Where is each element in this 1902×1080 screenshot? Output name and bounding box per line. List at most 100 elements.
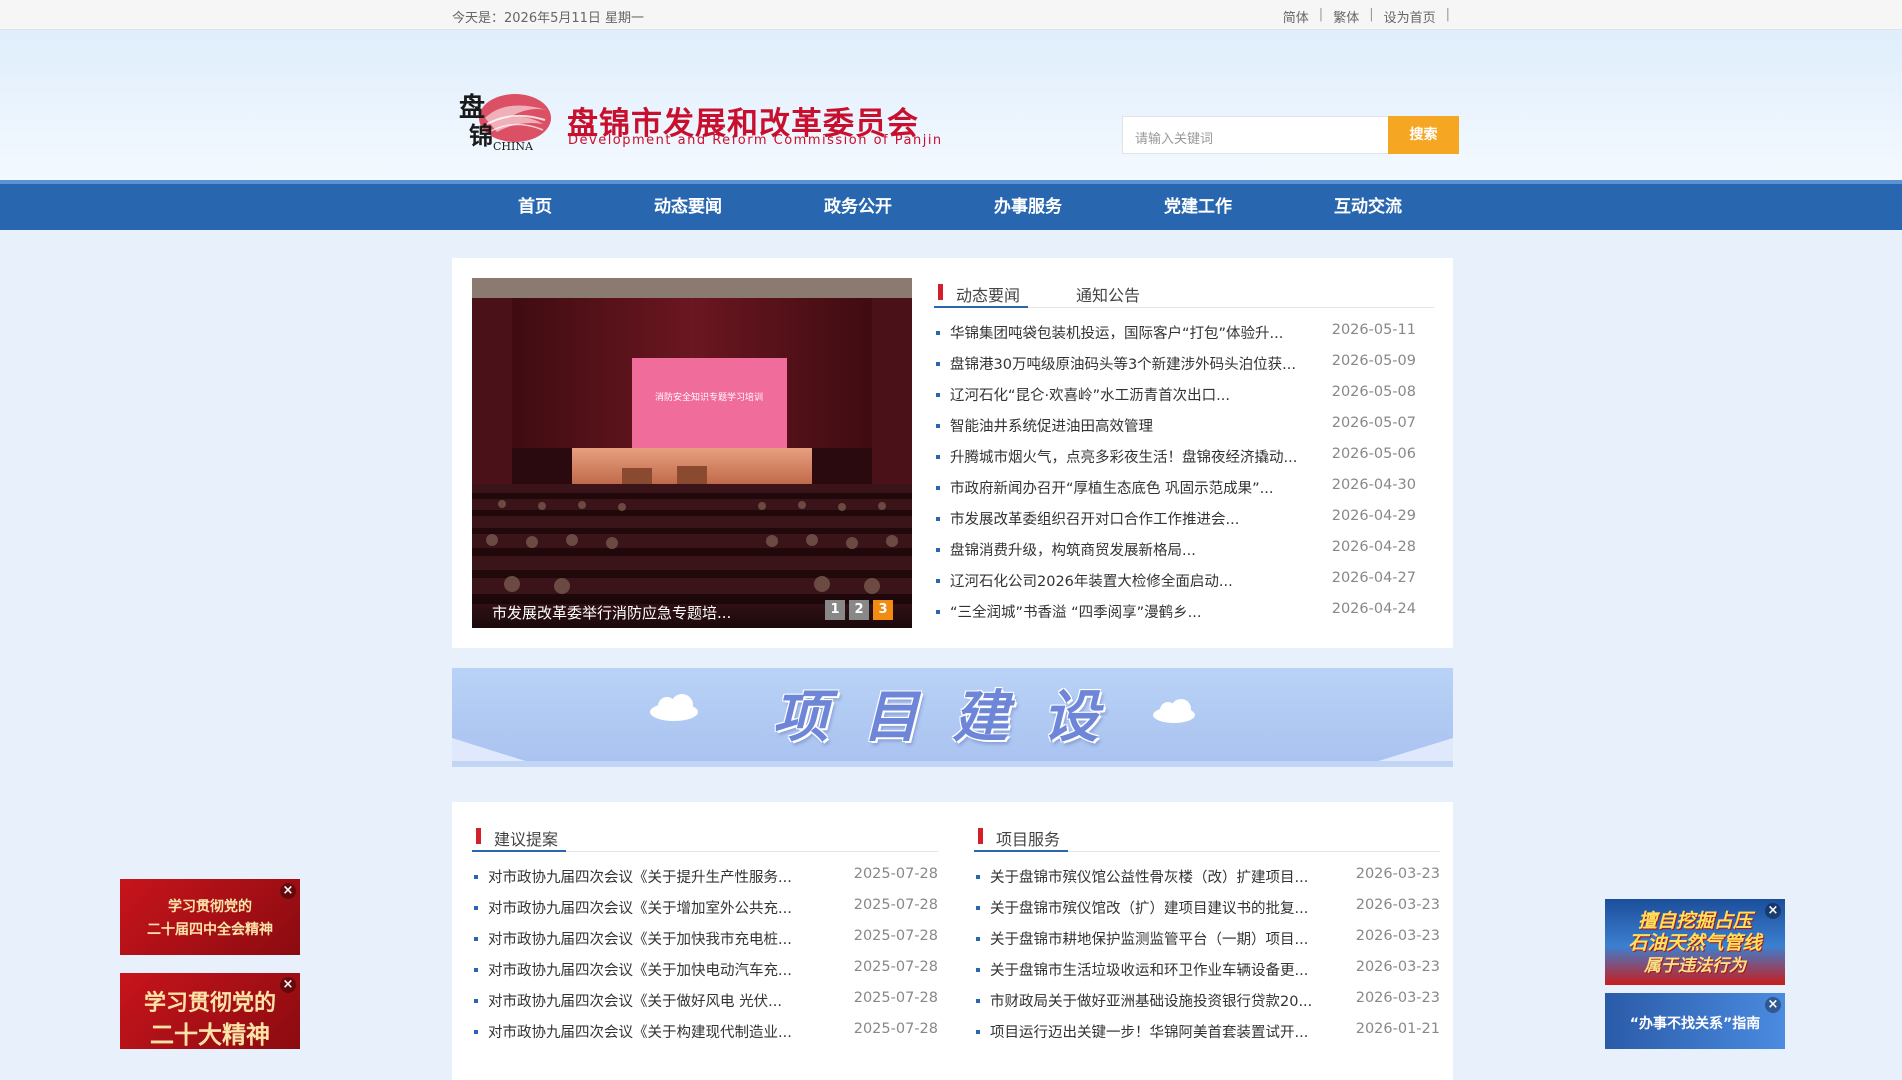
news-title[interactable]: 华锦集团吨袋包装机投运，国际客户“打包”体验升...	[950, 322, 1330, 343]
list-item[interactable]: 盘锦消费升级，构筑商贸发展新格局... 2026-04-28	[934, 539, 1434, 570]
site-subtitle: Development and Reform Commission of Pan…	[568, 133, 943, 148]
ad-twentieth-congress[interactable]: 学习贯彻党的 二十大精神 ×	[120, 973, 300, 1049]
service-title[interactable]: 市财政局关于做好亚洲基础设施投资银行贷款20...	[990, 990, 1320, 1011]
news-title[interactable]: 升腾城市烟火气，点亮多彩夜生活！盘锦夜经济撬动...	[950, 446, 1330, 467]
bullet-icon	[976, 875, 980, 879]
separator: |	[1318, 7, 1324, 22]
bullet-icon	[936, 393, 940, 397]
nav-item-news[interactable]: 动态要闻	[654, 184, 722, 230]
list-item[interactable]: “三全润城”书香溢 “四季阅享”漫鹤乡... 2026-04-24	[934, 601, 1434, 632]
search-input[interactable]: 请输入关键词	[1122, 116, 1390, 154]
list-item[interactable]: 市发展改革委组织召开对口合作工作推进会... 2026-04-29	[934, 508, 1434, 539]
tab-news[interactable]: 动态要闻	[934, 282, 1029, 308]
bullet-icon	[936, 331, 940, 335]
flag-icon	[938, 284, 943, 300]
news-title[interactable]: 盘锦消费升级，构筑商贸发展新格局...	[950, 539, 1330, 560]
list-item[interactable]: 对市政协九届四次会议《关于加快电动汽车充... 2025-07-28	[472, 959, 938, 990]
proposal-date: 2025-07-28	[853, 866, 938, 882]
proposal-title[interactable]: 对市政协九届四次会议《关于做好风电 光伏...	[488, 990, 818, 1011]
nav-item-home[interactable]: 首页	[518, 184, 552, 230]
service-date: 2026-03-23	[1355, 959, 1440, 975]
list-item[interactable]: 市财政局关于做好亚洲基础设施投资银行贷款20... 2026-03-23	[974, 990, 1440, 1021]
news-title[interactable]: 智能油井系统促进油田高效管理	[950, 415, 1330, 436]
nav-item-party-building[interactable]: 党建工作	[1164, 184, 1232, 230]
service-date: 2026-03-23	[1355, 897, 1440, 913]
list-item[interactable]: 关于盘锦市殡仪馆公益性骨灰楼（改）扩建项目... 2026-03-23	[974, 866, 1440, 897]
tab-notices[interactable]: 通知公告	[1054, 282, 1140, 308]
set-homepage-link[interactable]: 设为首页	[1384, 7, 1436, 26]
simplified-chinese-link[interactable]: 简体	[1283, 7, 1309, 26]
service-title[interactable]: 关于盘锦市生活垃圾收运和环卫作业车辆设备更...	[990, 959, 1320, 980]
service-date: 2026-03-23	[1355, 990, 1440, 1006]
nav-item-services[interactable]: 办事服务	[994, 184, 1062, 230]
project-construction-banner[interactable]: 项目建设	[452, 668, 1453, 767]
news-date: 2026-04-24	[1331, 601, 1416, 617]
service-title[interactable]: 关于盘锦市耕地保护监测监管平台（一期）项目...	[990, 928, 1320, 949]
list-item[interactable]: 关于盘锦市耕地保护监测监管平台（一期）项目... 2026-03-23	[974, 928, 1440, 959]
service-date: 2026-03-23	[1355, 928, 1440, 944]
proposal-title[interactable]: 对市政协九届四次会议《关于加快电动汽车充...	[488, 959, 818, 980]
traditional-chinese-link[interactable]: 繁体	[1333, 7, 1359, 26]
list-item[interactable]: 对市政协九届四次会议《关于构建现代制造业... 2025-07-28	[472, 1021, 938, 1052]
proposal-title[interactable]: 对市政协九届四次会议《关于加快我市充电桩...	[488, 928, 818, 949]
bullet-icon	[474, 906, 478, 910]
tab-project-service[interactable]: 项目服务	[974, 826, 1069, 852]
bullet-icon	[936, 486, 940, 490]
proposal-date: 2025-07-28	[853, 897, 938, 913]
list-item[interactable]: 升腾城市烟火气，点亮多彩夜生活！盘锦夜经济撬动... 2026-05-06	[934, 446, 1434, 477]
news-title[interactable]: 市政府新闻办召开“厚植生态底色 巩固示范成果”...	[950, 477, 1330, 498]
nav-item-interaction[interactable]: 互动交流	[1334, 184, 1402, 230]
list-item[interactable]: 盘锦港30万吨级原油码头等3个新建涉外码头泊位获... 2026-05-09	[934, 353, 1434, 384]
close-icon[interactable]: ×	[1765, 903, 1781, 919]
list-item[interactable]: 华锦集团吨袋包装机投运，国际客户“打包”体验升... 2026-05-11	[934, 322, 1434, 353]
ad-line: 学习贯彻党的	[168, 899, 252, 915]
list-item[interactable]: 辽河石化“昆仑·欢喜岭”水工沥青首次出口... 2026-05-08	[934, 384, 1434, 415]
proposal-date: 2025-07-28	[853, 1021, 938, 1037]
bottom-panel: 建议提案 对市政协九届四次会议《关于提升生产性服务... 2025-07-28 对…	[452, 802, 1453, 1080]
logo-china: CHINA	[493, 140, 534, 153]
service-title[interactable]: 项目运行迈出关键一步！华锦阿美首套装置试开...	[990, 1021, 1320, 1042]
proposal-title[interactable]: 对市政协九届四次会议《关于增加室外公共充...	[488, 897, 818, 918]
list-item[interactable]: 智能油井系统促进油田高效管理 2026-05-07	[934, 415, 1434, 446]
bullet-icon	[474, 968, 478, 972]
proposal-title[interactable]: 对市政协九届四次会议《关于构建现代制造业...	[488, 1021, 818, 1042]
close-icon[interactable]: ×	[1765, 997, 1781, 1013]
news-title[interactable]: 盘锦港30万吨级原油码头等3个新建涉外码头泊位获...	[950, 353, 1330, 374]
list-item[interactable]: 对市政协九届四次会议《关于做好风电 光伏... 2025-07-28	[472, 990, 938, 1021]
close-icon[interactable]: ×	[280, 977, 296, 993]
news-title[interactable]: 市发展改革委组织召开对口合作工作推进会...	[950, 508, 1330, 529]
slider-dot-2[interactable]: 2	[849, 600, 869, 620]
list-item[interactable]: 对市政协九届四次会议《关于提升生产性服务... 2025-07-28	[472, 866, 938, 897]
slider-photo: 消防安全知识专题学习培训	[472, 278, 912, 628]
search-button[interactable]: 搜索	[1388, 116, 1459, 154]
list-item[interactable]: 市政府新闻办召开“厚植生态底色 巩固示范成果”... 2026-04-30	[934, 477, 1434, 508]
proposals-section: 建议提案 对市政协九届四次会议《关于提升生产性服务... 2025-07-28 对…	[472, 822, 938, 1052]
proposal-title[interactable]: 对市政协九届四次会议《关于提升生产性服务...	[488, 866, 818, 887]
list-item[interactable]: 对市政协九届四次会议《关于加快我市充电桩... 2025-07-28	[472, 928, 938, 959]
tab-notices-label: 通知公告	[1076, 286, 1141, 305]
ad-pipeline-protection[interactable]: 擅自挖掘占压 石油天然气管线 属于违法行为 ×	[1605, 899, 1785, 985]
list-item[interactable]: 辽河石化公司2026年装置大检修全面启动... 2026-04-27	[934, 570, 1434, 601]
separator: |	[1445, 7, 1450, 22]
list-item[interactable]: 项目运行迈出关键一步！华锦阿美首套装置试开... 2026-01-21	[974, 1021, 1440, 1052]
close-icon[interactable]: ×	[280, 883, 296, 899]
tab-proposals[interactable]: 建议提案	[472, 826, 567, 852]
news-title[interactable]: 辽河石化公司2026年装置大检修全面启动...	[950, 570, 1330, 591]
main-nav: 首页 动态要闻 政务公开 办事服务 党建工作 互动交流	[0, 180, 1902, 230]
nav-item-government-affairs[interactable]: 政务公开	[824, 184, 892, 230]
slider-dot-1[interactable]: 1	[825, 600, 845, 620]
slider-dot-3[interactable]: 3	[873, 600, 893, 620]
list-item[interactable]: 关于盘锦市生活垃圾收运和环卫作业车辆设备更... 2026-03-23	[974, 959, 1440, 990]
site-logo[interactable]: 盘 锦 CHINA	[457, 88, 555, 160]
news-title[interactable]: 辽河石化“昆仑·欢喜岭”水工沥青首次出口...	[950, 384, 1330, 405]
ad-service-guide[interactable]: “办事不找关系”指南 ×	[1605, 993, 1785, 1049]
list-item[interactable]: 关于盘锦市殡仪馆改（扩）建项目建议书的批复... 2026-03-23	[974, 897, 1440, 928]
service-title[interactable]: 关于盘锦市殡仪馆改（扩）建项目建议书的批复...	[990, 897, 1320, 918]
news-title[interactable]: “三全润城”书香溢 “四季阅享”漫鹤乡...	[950, 601, 1330, 622]
service-title[interactable]: 关于盘锦市殡仪馆公益性骨灰楼（改）扩建项目...	[990, 866, 1320, 887]
ad-fourth-plenum[interactable]: 学习贯彻党的 二十届四中全会精神 ×	[120, 879, 300, 955]
image-slider[interactable]: 消防安全知识专题学习培训	[472, 278, 912, 628]
list-item[interactable]: 对市政协九届四次会议《关于增加室外公共充... 2025-07-28	[472, 897, 938, 928]
project-service-heading: 项目服务	[996, 830, 1061, 849]
news-date: 2026-04-28	[1331, 539, 1416, 555]
